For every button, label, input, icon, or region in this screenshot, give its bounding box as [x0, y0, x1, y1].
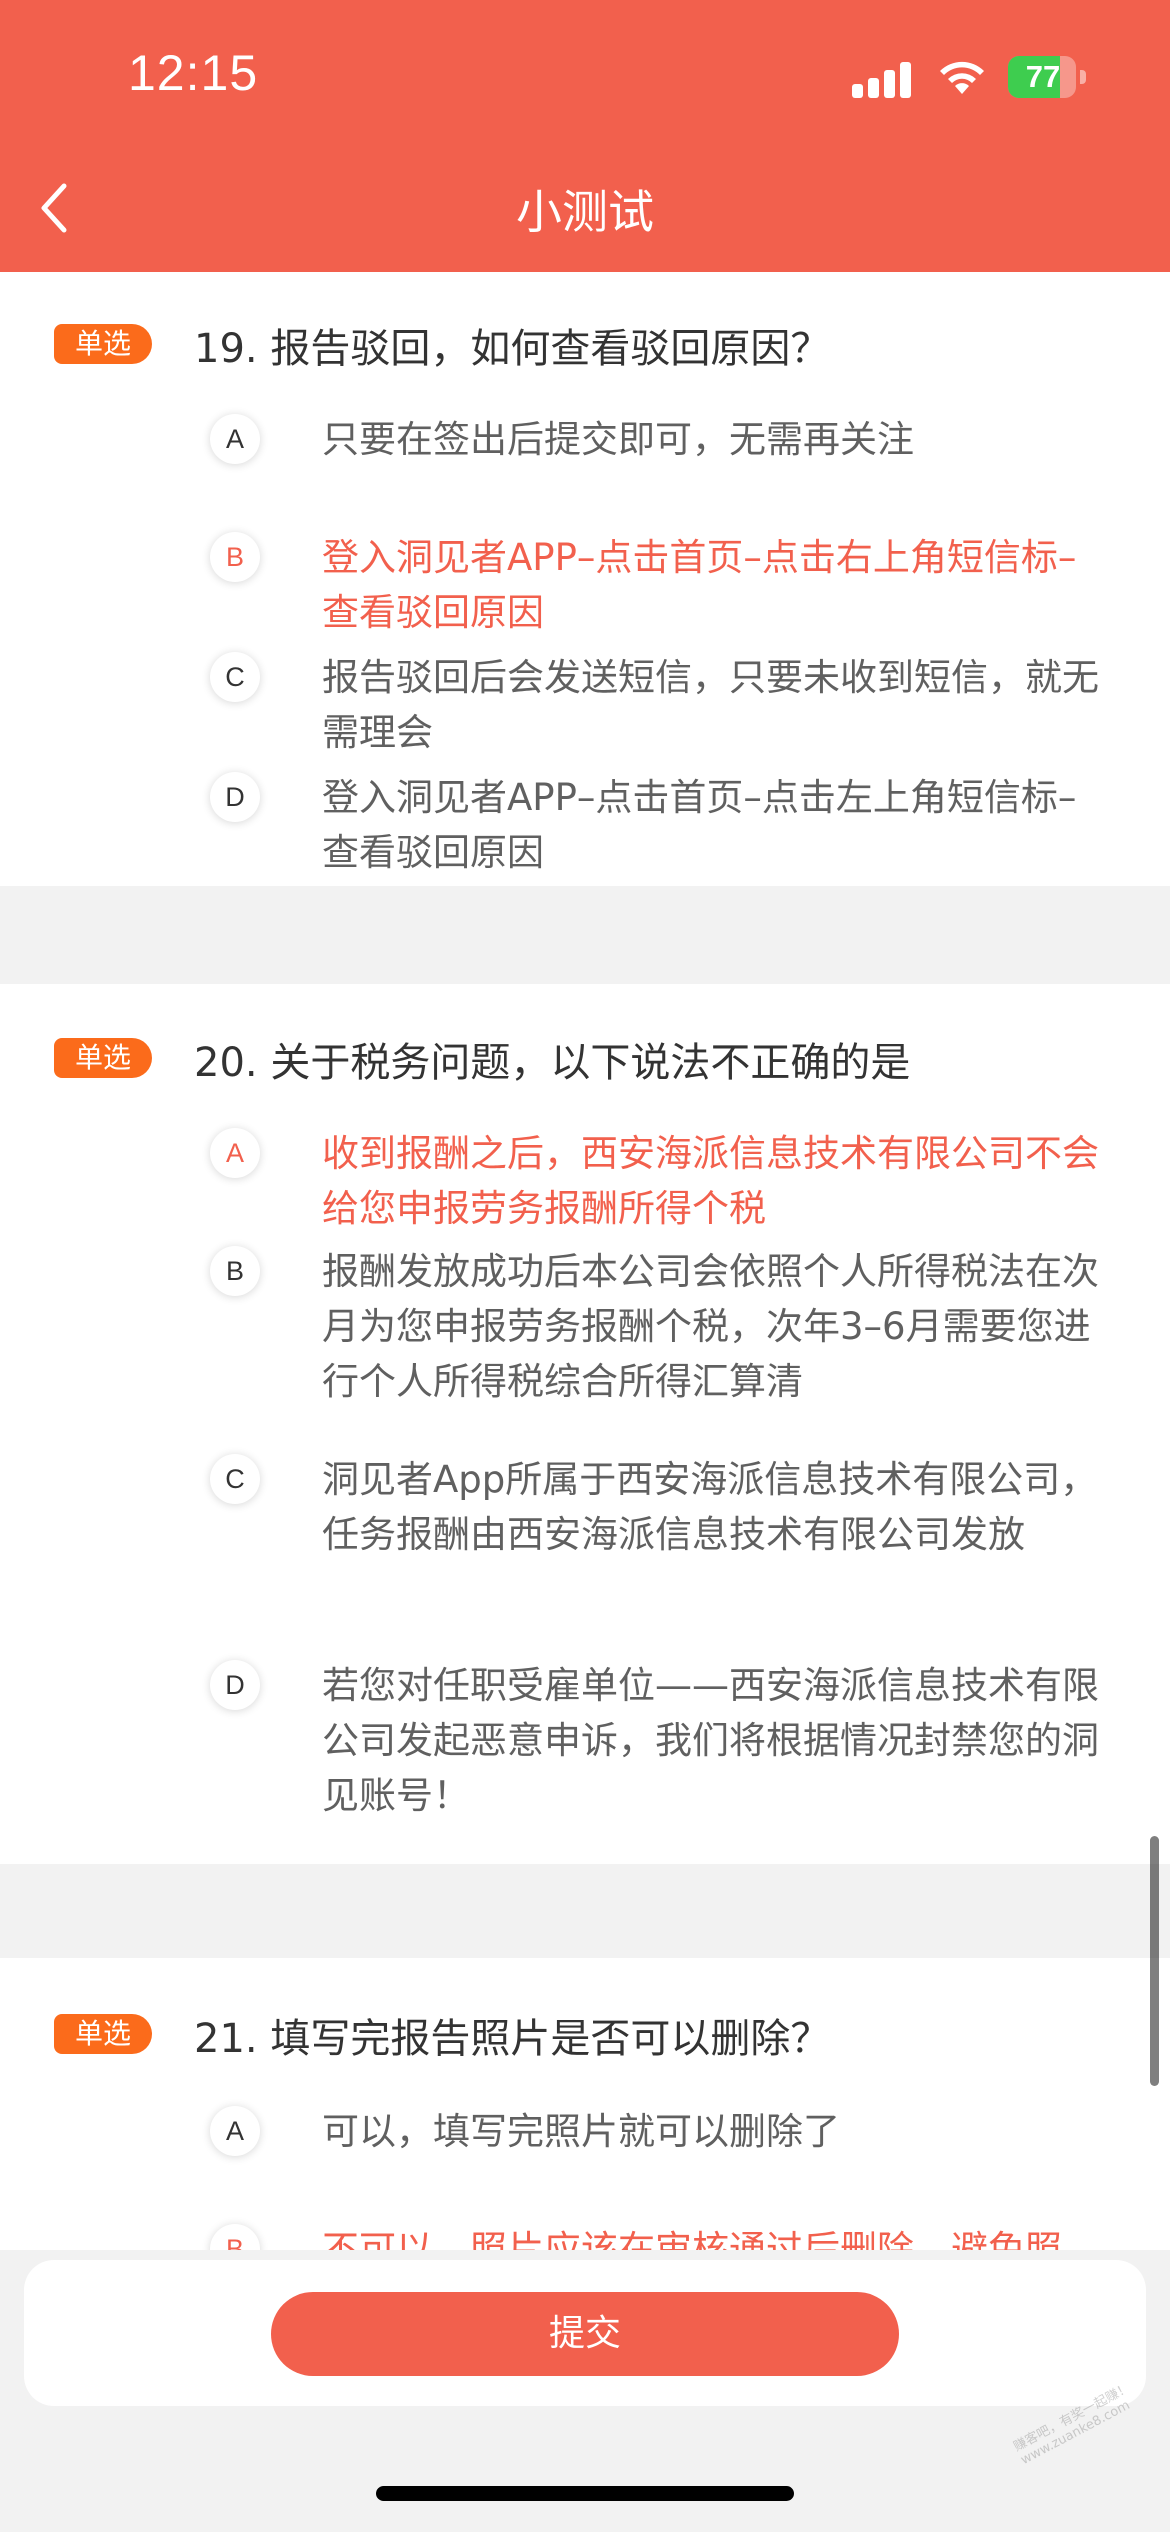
wifi-icon	[940, 61, 984, 94]
option-letter: B	[210, 532, 260, 582]
submit-button[interactable]: 提交	[271, 2292, 899, 2376]
single-choice-tag: 单选	[54, 2014, 152, 2054]
option-text: 若您对任职受雇单位——西安海派信息技术有限公司发起恶意申诉，我们将根据情况封禁您…	[322, 1664, 1099, 1817]
single-choice-tag: 单选	[54, 324, 152, 364]
question-text: 20. 关于税务问题，以下说法不正确的是	[194, 1040, 911, 1086]
option-text: 不可以，照片应该在审核通过后删除，避免照	[322, 2228, 1062, 2250]
option-letter: C	[210, 652, 260, 702]
scrollbar[interactable]	[1150, 1836, 1159, 2086]
option-text: 收到报酬之后，西安海派信息技术有限公司不会给您申报劳务报酬所得个税	[322, 1132, 1099, 1230]
question-text: 21. 填写完报告照片是否可以删除？	[194, 2016, 831, 2062]
option-text: 登入洞见者APP–点击首页–点击左上角短信标–查看驳回原因	[322, 776, 1077, 874]
question-card: 单选 21. 填写完报告照片是否可以删除？ A 可以，填写完照片就可以删除了 B…	[0, 1958, 1170, 2250]
battery-icon: 77	[1008, 56, 1088, 98]
question-card: 单选 19. 报告驳回，如何查看驳回原因？ A 只要在签出后提交即可，无需再关注…	[0, 272, 1170, 886]
app-header: 12:15 77 小测试	[0, 0, 1170, 272]
page-title: 小测试	[516, 185, 654, 239]
option-text: 登入洞见者APP–点击首页–点击右上角短信标–查看驳回原因	[322, 536, 1077, 634]
option-letter: A	[210, 1128, 260, 1178]
battery-level-text: 77	[1025, 59, 1061, 94]
option-letter: A	[210, 414, 260, 464]
option-text: 报酬发放成功后本公司会依照个人所得税法在次月为您申报劳务报酬个税，次年3–6月需…	[322, 1250, 1099, 1403]
option-text: 洞见者App所属于西安海派信息技术有限公司，任务报酬由西安海派信息技术有限公司发…	[322, 1458, 1098, 1556]
option-text: 只要在签出后提交即可，无需再关注	[322, 418, 914, 461]
option-letter: B	[210, 2224, 260, 2250]
cellular-signal-icon	[852, 62, 911, 98]
status-time: 12:15	[128, 45, 259, 101]
home-indicator[interactable]	[376, 2486, 794, 2501]
option-text: 可以，填写完照片就可以删除了	[322, 2110, 840, 2153]
submit-panel: 提交	[24, 2260, 1146, 2406]
option-letter: A	[210, 2106, 260, 2156]
question-card: 单选 20. 关于税务问题，以下说法不正确的是 A 收到报酬之后，西安海派信息技…	[0, 984, 1170, 1864]
option-letter: D	[210, 772, 260, 822]
option-letter: D	[210, 1660, 260, 1710]
single-choice-tag: 单选	[54, 1038, 152, 1078]
option-letter: C	[210, 1454, 260, 1504]
option-text: 报告驳回后会发送短信，只要未收到短信，就无需理会	[322, 656, 1099, 754]
option-letter: B	[210, 1246, 260, 1296]
question-text: 19. 报告驳回，如何查看驳回原因？	[194, 326, 831, 372]
